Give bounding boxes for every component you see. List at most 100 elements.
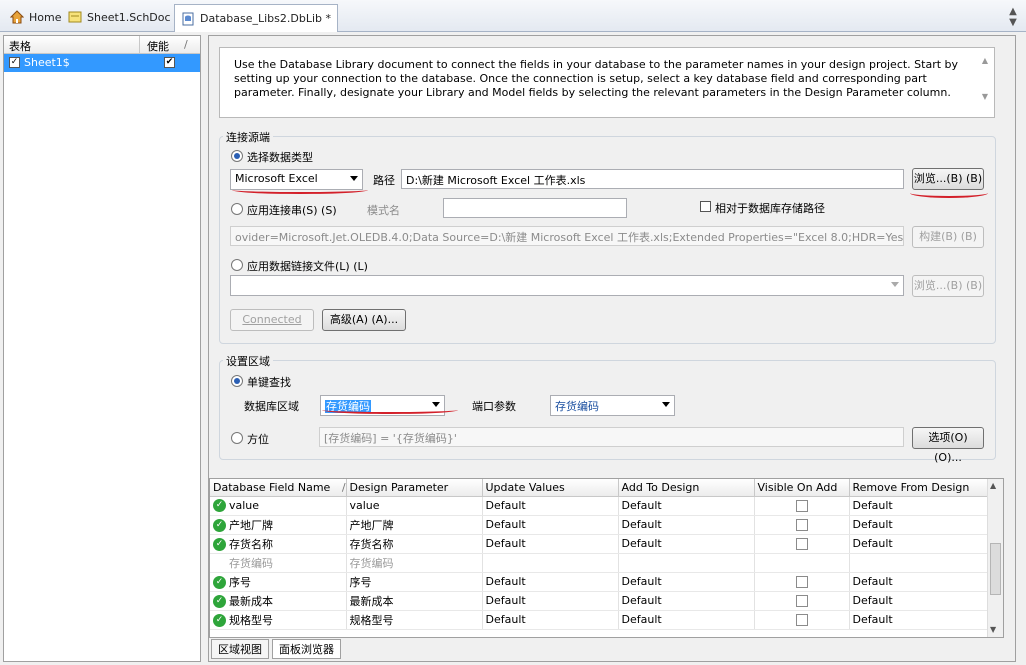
column-header-field-name[interactable]: Database Field Name / <box>210 479 347 497</box>
table-row[interactable]: ✓ 存货名称 存货名称 Default Default Default <box>210 534 989 554</box>
column-header-table[interactable]: 表格 <box>9 38 31 54</box>
design-parameter-cell[interactable]: 规格型号 <box>346 610 483 630</box>
field-name-cell[interactable]: ✓ value <box>210 496 347 516</box>
where-clause-input[interactable]: [存货编码] = '{存货编码}' <box>319 427 904 447</box>
description-scrollbar[interactable]: ▲ ▼ <box>980 56 990 101</box>
column-header-remove-from-design[interactable]: Remove From Design <box>849 479 989 497</box>
update-values-cell[interactable]: Default <box>482 591 619 611</box>
port-param-select[interactable]: 存货编码 <box>550 395 675 416</box>
relative-path-checkbox[interactable] <box>700 201 711 212</box>
field-name-cell[interactable]: ✓ 存货名称 <box>210 534 347 554</box>
column-header-enable[interactable]: 使能 <box>147 38 169 54</box>
link-file-select[interactable] <box>230 275 904 296</box>
tab-sheet1-label: Sheet1.SchDoc * <box>87 10 180 24</box>
table-row-sheet1[interactable]: ✓ Sheet1$ ✔ <box>4 54 200 72</box>
remove-from-design-cell[interactable]: Default <box>849 610 989 630</box>
field-name-cell[interactable]: ✓ 最新成本 <box>210 591 347 611</box>
remove-from-design-cell[interactable]: Default <box>849 496 989 516</box>
visible-on-add-cell[interactable] <box>754 610 850 630</box>
update-values-cell[interactable]: Default <box>482 534 619 554</box>
remove-from-design-cell[interactable] <box>849 553 989 573</box>
field-name-cell[interactable]: 存货编码 <box>210 553 347 573</box>
design-parameter-cell[interactable]: 产地厂牌 <box>346 515 483 535</box>
design-parameter-cell[interactable]: 存货名称 <box>346 534 483 554</box>
options-button[interactable]: 选项(O) (O)... <box>912 427 984 464</box>
tab-scroll-button[interactable]: ▲ ▼ <box>1006 6 1020 28</box>
browse-button[interactable]: 浏览...(B) (B) <box>912 168 984 190</box>
remove-from-design-cell[interactable]: Default <box>849 572 989 592</box>
table-row[interactable]: ✓ 产地厂牌 产地厂牌 Default Default Default <box>210 515 989 535</box>
field-name-cell-text: 序号 <box>229 575 251 589</box>
use-connection-string-radio[interactable] <box>231 203 243 215</box>
status-ok-icon: ✓ <box>213 499 226 513</box>
build-button[interactable]: 构建(B) (B) <box>912 226 984 248</box>
remove-from-design-cell[interactable]: Default <box>849 534 989 554</box>
scroll-down-arrow-icon[interactable]: ▼ <box>990 625 996 634</box>
use-link-file-radio[interactable] <box>231 259 243 271</box>
grid-vertical-scrollbar[interactable]: ▲ ▼ <box>987 479 1003 637</box>
add-to-design-cell[interactable]: Default <box>618 496 755 516</box>
column-header-add-to-design[interactable]: Add To Design <box>618 479 755 497</box>
design-parameter-cell[interactable]: 最新成本 <box>346 591 483 611</box>
update-values-cell[interactable]: Default <box>482 515 619 535</box>
advanced-button[interactable]: 高级(A) (A)... <box>322 309 406 331</box>
add-to-design-cell[interactable]: Default <box>618 610 755 630</box>
design-parameter-cell[interactable]: value <box>346 496 483 516</box>
visible-on-add-cell[interactable] <box>754 553 850 573</box>
field-name-cell[interactable]: ✓ 产地厂牌 <box>210 515 347 535</box>
schema-name-input[interactable] <box>443 198 627 218</box>
visible-on-add-checkbox[interactable] <box>795 499 808 512</box>
add-to-design-cell[interactable]: Default <box>618 515 755 535</box>
tab-sheet1-schdoc[interactable]: Sheet1.SchDoc * <box>62 4 186 30</box>
scroll-up-arrow-icon[interactable]: ▲ <box>990 481 996 490</box>
where-clause-radio[interactable] <box>231 432 243 444</box>
browse-link-file-button[interactable]: 浏览...(B) (B) <box>912 275 984 297</box>
remove-from-design-cell[interactable]: Default <box>849 591 989 611</box>
visible-on-add-cell[interactable] <box>754 572 850 592</box>
table-row[interactable]: 存货编码 存货编码 <box>210 553 989 573</box>
table-row[interactable]: ✓ 序号 序号 Default Default Default <box>210 572 989 592</box>
main-vertical-scrollbar[interactable] <box>1016 35 1026 662</box>
visible-on-add-cell[interactable] <box>754 534 850 554</box>
add-to-design-cell[interactable]: Default <box>618 534 755 554</box>
path-input[interactable]: D:\新建 Microsoft Excel 工作表.xls <box>401 169 904 189</box>
add-to-design-cell[interactable]: Default <box>618 591 755 611</box>
visible-on-add-checkbox[interactable] <box>795 613 808 626</box>
table-row[interactable]: ✓ value value Default Default Default <box>210 496 989 516</box>
visible-on-add-cell[interactable] <box>754 591 850 611</box>
design-parameter-cell[interactable]: 存货编码 <box>346 553 483 573</box>
update-values-cell[interactable]: Default <box>482 610 619 630</box>
design-parameter-cell[interactable]: 序号 <box>346 572 483 592</box>
single-key-lookup-radio[interactable] <box>231 375 243 387</box>
add-to-design-cell[interactable] <box>618 553 755 573</box>
update-values-cell[interactable]: Default <box>482 572 619 592</box>
visible-on-add-cell[interactable] <box>754 515 850 535</box>
table-row[interactable]: ✓ 规格型号 规格型号 Default Default Default <box>210 610 989 630</box>
tab-panel-browser[interactable]: 面板浏览器 <box>272 639 341 659</box>
column-header-design-parameter[interactable]: Design Parameter <box>346 479 483 497</box>
status-ok-icon: ✓ <box>213 538 226 551</box>
field-name-cell[interactable]: ✓ 规格型号 <box>210 610 347 630</box>
field-name-cell[interactable]: ✓ 序号 <box>210 572 347 592</box>
tab-home[interactable]: Home <box>4 4 67 30</box>
visible-on-add-cell[interactable] <box>754 496 850 516</box>
design-parameter-cell-text: 规格型号 <box>349 613 394 627</box>
update-values-cell[interactable] <box>482 553 619 573</box>
column-header-update-values[interactable]: Update Values <box>482 479 619 497</box>
enable-checkbox[interactable]: ✔ <box>164 57 175 68</box>
add-to-design-cell[interactable]: Default <box>618 572 755 592</box>
visible-on-add-checkbox[interactable] <box>795 575 808 588</box>
tab-dblib[interactable]: Database_Libs2.DbLib * <box>174 4 338 32</box>
connected-button[interactable]: Connected <box>230 309 314 331</box>
tab-region-view[interactable]: 区域视图 <box>211 639 269 659</box>
scroll-thumb[interactable] <box>990 543 1001 595</box>
connection-string-input[interactable]: ovider=Microsoft.Jet.OLEDB.4.0;Data Sour… <box>230 226 904 246</box>
visible-on-add-checkbox[interactable] <box>795 594 808 607</box>
table-row[interactable]: ✓ 最新成本 最新成本 Default Default Default <box>210 591 989 611</box>
update-values-cell[interactable]: Default <box>482 496 619 516</box>
select-db-type-radio[interactable] <box>231 150 243 162</box>
remove-from-design-cell[interactable]: Default <box>849 515 989 535</box>
visible-on-add-checkbox[interactable] <box>795 537 808 550</box>
visible-on-add-checkbox[interactable] <box>795 518 808 531</box>
column-header-visible-on-add[interactable]: Visible On Add <box>754 479 850 497</box>
